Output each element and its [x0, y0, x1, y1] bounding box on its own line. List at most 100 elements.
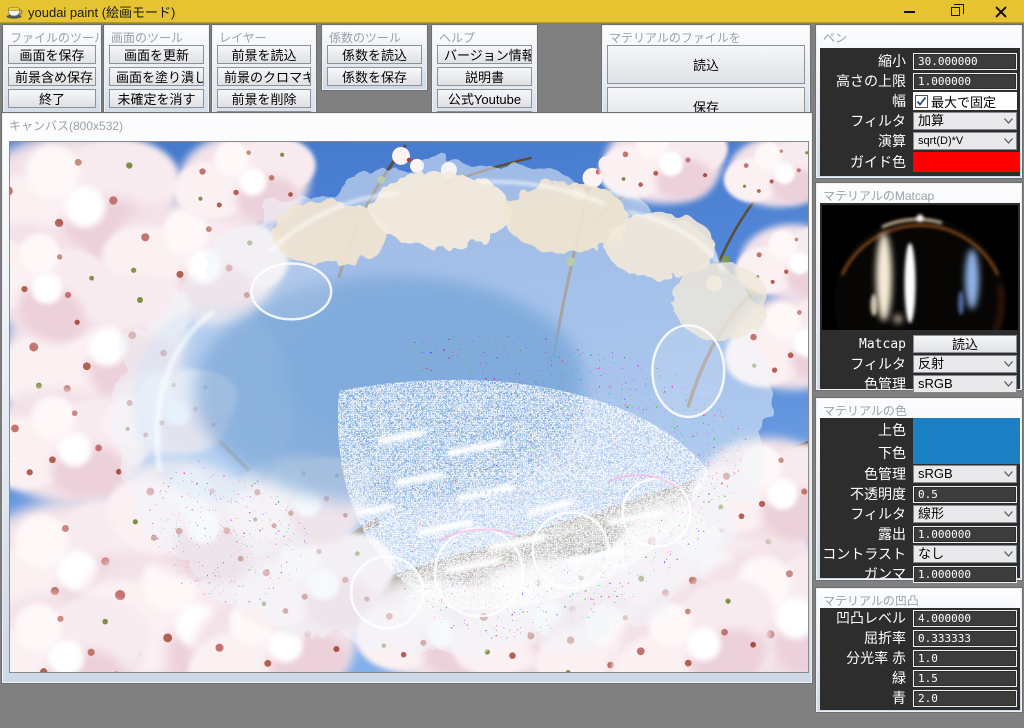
load-coefficients-button[interactable]: 係数を読込: [327, 45, 422, 64]
manual-button[interactable]: 説明書: [437, 67, 532, 86]
max-fixed-label: 最大で固定: [931, 92, 996, 111]
canvas-title: キャンバス(800x532): [3, 114, 811, 133]
group-title: マテリアルのファイルを: [603, 26, 809, 45]
app-icon: [6, 4, 23, 19]
guide-color-label: ガイド色: [820, 152, 913, 172]
group-title: レイヤー: [213, 26, 315, 45]
spectral-blue-row: 青 2.0: [820, 688, 1020, 708]
operation-label: 演算: [820, 131, 913, 151]
gamma-input[interactable]: 1.000000: [913, 566, 1017, 583]
group-title: マテリアルの色: [817, 399, 1021, 418]
mc-filter-dropdown[interactable]: 線形: [913, 505, 1017, 523]
chevron-down-icon: [1004, 551, 1013, 557]
material-load-button[interactable]: 読込: [607, 45, 805, 84]
opacity-label: 不透明度: [820, 484, 913, 504]
window-title: youdai paint (絵画モード): [28, 2, 175, 21]
matcap-colormgmt-dropdown[interactable]: sRGB: [913, 375, 1017, 393]
refraction-input[interactable]: 0.333333: [913, 630, 1017, 647]
pen-filter-row: フィルタ 加算: [820, 111, 1020, 131]
foreground-chromakey-button[interactable]: 前景のクロマキー: [217, 67, 311, 86]
matcap-filter-dropdown[interactable]: 反射: [913, 355, 1017, 373]
refresh-screen-button[interactable]: 画面を更新: [109, 45, 204, 64]
spectral-red-row: 分光率 赤 1.0: [820, 648, 1020, 668]
guide-color-swatch[interactable]: [913, 152, 1020, 172]
close-button[interactable]: [978, 0, 1024, 23]
contrast-dropdown[interactable]: なし: [913, 545, 1017, 563]
mc-filter-row: フィルタ 線形: [820, 504, 1020, 524]
opacity-input[interactable]: 0.5: [913, 486, 1017, 503]
group-title: マテリアルのMatcap: [817, 184, 1021, 203]
version-info-button[interactable]: バージョン情報: [437, 45, 532, 64]
refraction-row: 屈折率 0.333333: [820, 628, 1020, 648]
shrink-label: 縮小: [820, 51, 913, 71]
group-material-bump: マテリアルの凹凸 凹凸レベル 4.000000 屈折率 0.333333 分光率…: [816, 588, 1022, 712]
contrast-label: コントラスト: [820, 544, 913, 564]
delete-foreground-button[interactable]: 前景を削除: [217, 89, 311, 108]
chevron-down-icon: [1004, 138, 1013, 144]
color-mgmt-dropdown[interactable]: sRGB: [913, 465, 1017, 483]
group-title: ヘルプ: [433, 26, 536, 45]
top-color-label: 上色: [820, 420, 913, 440]
matcap-filter-label: フィルタ: [820, 354, 913, 374]
top-color-row: 上色: [820, 418, 1020, 441]
chevron-down-icon: [1004, 118, 1013, 124]
canvas-image[interactable]: [9, 141, 809, 673]
shrink-input[interactable]: 30.000000: [913, 53, 1017, 70]
top-color-swatch[interactable]: [913, 418, 1020, 441]
opacity-row: 不透明度 0.5: [820, 484, 1020, 504]
pen-filter-label: フィルタ: [820, 111, 913, 131]
width-label: 幅: [820, 91, 913, 111]
pen-filter-dropdown[interactable]: 加算: [913, 112, 1017, 130]
bump-level-input[interactable]: 4.000000: [913, 610, 1017, 627]
minimize-icon: [904, 11, 915, 13]
save-screen-button[interactable]: 画面を保存: [8, 45, 96, 64]
app-window: youdai paint (絵画モード) ファイルのツール 画面を保存 前景含め…: [0, 0, 1024, 728]
group-title: 係数のツール: [323, 26, 426, 45]
exit-button[interactable]: 終了: [8, 89, 96, 108]
pen-width-row: 幅 最大で固定: [820, 91, 1020, 111]
bottom-color-swatch[interactable]: [913, 441, 1020, 464]
group-canvas: キャンバス(800x532): [2, 113, 812, 683]
bottom-color-row: 下色: [820, 441, 1020, 464]
chevron-down-icon: [1004, 361, 1013, 367]
height-limit-input[interactable]: 1.000000: [913, 73, 1017, 90]
official-youtube-button[interactable]: 公式Youtube: [437, 89, 532, 108]
matcap-label: Matcap: [820, 337, 913, 352]
pen-operation-row: 演算 sqrt(D)*V: [820, 131, 1020, 151]
restore-button[interactable]: [932, 0, 978, 23]
titlebar[interactable]: youdai paint (絵画モード): [0, 0, 1024, 23]
cherry-blossom-photo: [10, 142, 808, 672]
load-foreground-button[interactable]: 前景を読込: [217, 45, 311, 64]
contrast-row: コントラスト なし: [820, 544, 1020, 564]
chevron-down-icon: [1004, 511, 1013, 517]
exposure-input[interactable]: 1.000000: [913, 526, 1017, 543]
exposure-label: 露出: [820, 524, 913, 544]
restore-icon: [951, 7, 960, 16]
spectral-green-label: 緑: [820, 668, 913, 688]
spectral-red-input[interactable]: 1.0: [913, 650, 1017, 667]
max-fixed-checkbox[interactable]: 最大で固定: [913, 92, 1017, 110]
spectral-green-input[interactable]: 1.5: [913, 670, 1017, 687]
fill-screen-button[interactable]: 画面を塗り潰し: [109, 67, 204, 86]
matcap-load-row: Matcap 読込: [820, 334, 1020, 354]
matcap-colormgmt-label: 色管理: [820, 374, 913, 394]
matcap-filter-row: フィルタ 反射: [820, 354, 1020, 374]
matcap-colormgmt-row: 色管理 sRGB: [820, 374, 1020, 394]
erase-unconfirmed-button[interactable]: 未確定を消す: [109, 89, 204, 108]
save-with-foreground-button[interactable]: 前景含め保存: [8, 67, 96, 86]
group-file-tools: ファイルのツール 画面を保存 前景含め保存 終了: [3, 25, 101, 125]
exposure-row: 露出 1.000000: [820, 524, 1020, 544]
group-title: ファイルのツール: [4, 26, 100, 45]
matcap-preview[interactable]: [822, 205, 1018, 330]
group-matcap: マテリアルのMatcap: [816, 183, 1022, 390]
spectral-blue-label: 青: [820, 688, 913, 708]
save-coefficients-button[interactable]: 係数を保存: [327, 67, 422, 86]
operation-dropdown[interactable]: sqrt(D)*V: [913, 132, 1017, 150]
height-limit-label: 高さの上限: [820, 71, 913, 91]
group-title: 画面のツール: [105, 26, 208, 45]
chevron-down-icon: [1004, 381, 1013, 387]
matcap-load-button[interactable]: 読込: [913, 335, 1017, 353]
pen-height-limit-row: 高さの上限 1.000000: [820, 71, 1020, 91]
spectral-blue-input[interactable]: 2.0: [913, 690, 1017, 707]
minimize-button[interactable]: [886, 0, 932, 23]
